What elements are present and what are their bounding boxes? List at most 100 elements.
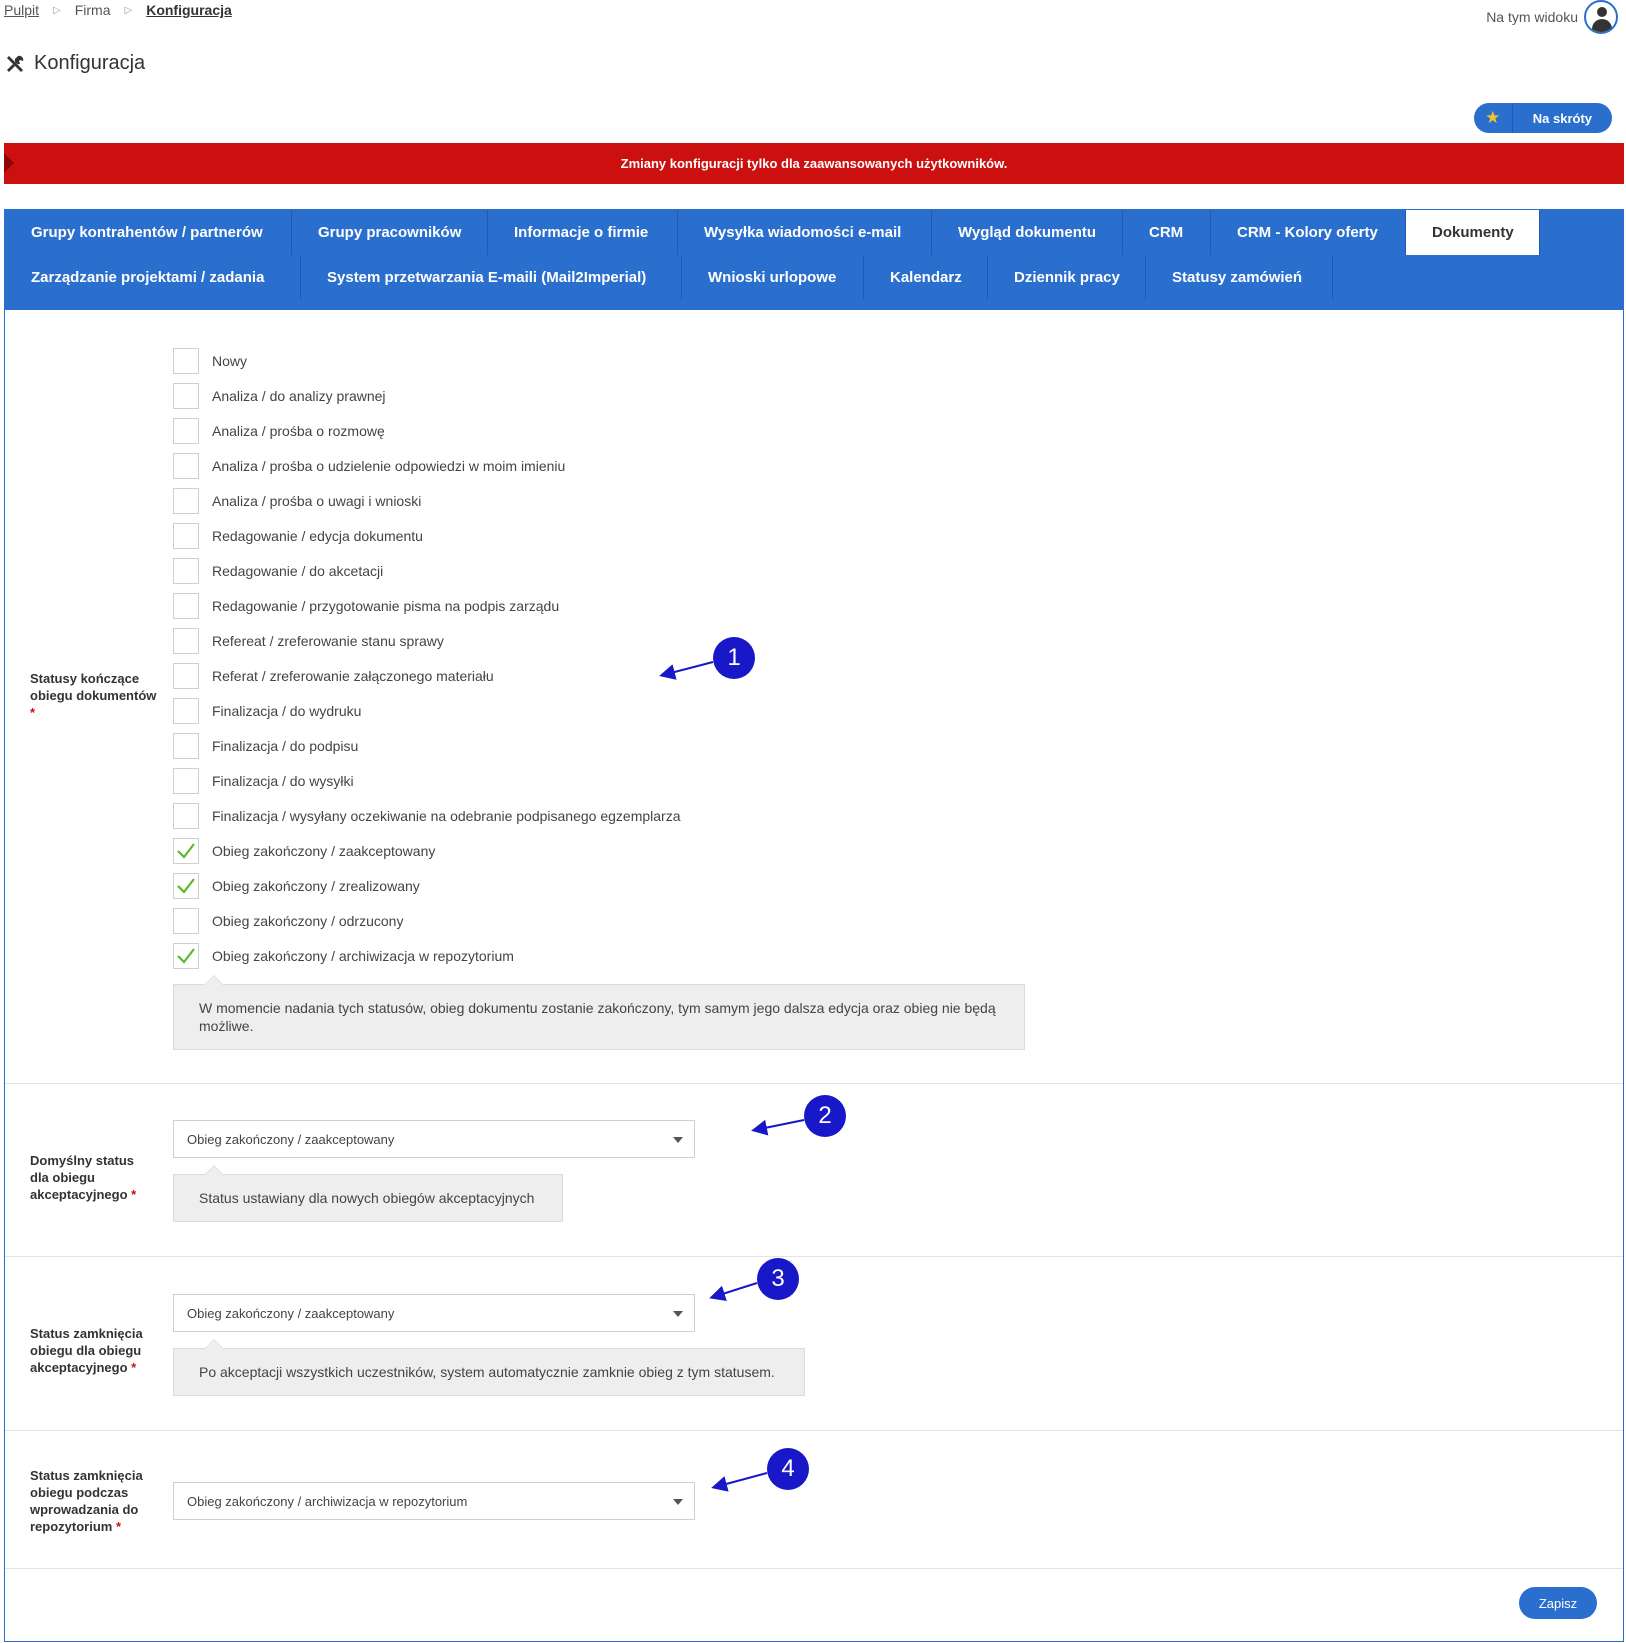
warning-banner-text: Zmiany konfiguracji tylko dla zaawansowa… <box>620 156 1008 171</box>
tab-zarzadzanie-projektami[interactable]: Zarządzanie projektami / zadania <box>5 255 301 300</box>
repo-close-status-select[interactable]: Obieg zakończony / archiwizacja w repozy… <box>173 1482 695 1520</box>
tab-crm[interactable]: CRM <box>1123 210 1211 255</box>
status-checkbox-row[interactable]: Finalizacja / do wydruku <box>173 693 681 728</box>
annotation-marker-2: 2 <box>804 1095 846 1137</box>
annotation-arrow-3 <box>709 1282 758 1301</box>
status-checkbox-label: Finalizacja / do wydruku <box>212 702 362 719</box>
status-checkbox[interactable] <box>173 347 199 374</box>
tab-wyglad-dokumentu[interactable]: Wygląd dokumentu <box>932 210 1123 255</box>
tab-wnioski-urlopowe[interactable]: Wnioski urlopowe <box>682 255 864 300</box>
tab-statusy-zamowien[interactable]: Statusy zamówień <box>1146 255 1333 300</box>
annotation-marker-3: 3 <box>757 1258 799 1300</box>
warning-banner: Zmiany konfiguracji tylko dla zaawansowa… <box>4 143 1624 184</box>
tools-icon <box>7 55 24 72</box>
status-checkbox[interactable] <box>173 417 199 444</box>
status-checkbox[interactable] <box>173 452 199 479</box>
status-checkbox-label: Analiza / prośba o rozmowę <box>212 422 385 439</box>
status-checkbox-row[interactable]: Refereat / zreferowanie stanu sprawy <box>173 623 681 658</box>
chevron-down-icon <box>673 1137 683 1143</box>
tab-grupy-pracownikow[interactable]: Grupy pracowników <box>292 210 488 255</box>
tab-mail2imperial[interactable]: System przetwarzania E-maili (Mail2Imper… <box>301 255 682 300</box>
tab-crm-kolory-oferty[interactable]: CRM - Kolory oferty <box>1211 210 1406 255</box>
status-checkbox[interactable] <box>173 942 199 969</box>
status-checkbox[interactable] <box>173 382 199 409</box>
tab-wysylka-email[interactable]: Wysyłka wiadomości e-mail <box>678 210 932 255</box>
status-checkbox-label: Obieg zakończony / archiwizacja w repozy… <box>212 947 514 964</box>
status-checkbox-row[interactable]: Obieg zakończony / archiwizacja w repozy… <box>173 938 681 973</box>
close-status-select[interactable]: Obieg zakończony / zaakceptowany <box>173 1294 695 1332</box>
status-checkbox-row[interactable]: Analiza / prośba o udzielenie odpowiedzi… <box>173 448 681 483</box>
status-checkbox-label: Refereat / zreferowanie stanu sprawy <box>212 632 444 649</box>
status-checkbox-label: Finalizacja / do podpisu <box>212 737 359 754</box>
status-checkbox[interactable] <box>173 522 199 549</box>
check-icon <box>177 947 195 964</box>
status-checkbox[interactable] <box>173 557 199 584</box>
status-checkbox-row[interactable]: Redagowanie / przygotowanie pisma na pod… <box>173 588 681 623</box>
status-checkbox[interactable] <box>173 732 199 759</box>
chevron-down-icon <box>673 1499 683 1505</box>
section-divider <box>5 1256 1623 1257</box>
status-checkbox[interactable] <box>173 837 199 864</box>
end-statuses-label: Statusy kończące obiegu dokumentów * <box>30 671 157 720</box>
status-checkbox-label: Finalizacja / wysyłany oczekiwanie na od… <box>212 807 681 824</box>
shortcuts-button[interactable]: ★ Na skróty <box>1473 103 1612 133</box>
status-checkbox[interactable] <box>173 767 199 794</box>
status-checkbox[interactable] <box>173 627 199 654</box>
annotation-arrow-4 <box>711 1472 768 1492</box>
page-title: Konfiguracja <box>4 52 145 75</box>
status-checkbox-label: Redagowanie / do akcetacji <box>212 562 384 579</box>
status-checkbox[interactable] <box>173 697 199 724</box>
status-checkbox[interactable] <box>173 907 199 934</box>
status-checkbox-label: Nowy <box>212 352 248 369</box>
status-checkbox-row[interactable]: Referat / zreferowanie załączonego mater… <box>173 658 681 693</box>
end-statuses-checkbox-list: Nowy Analiza / do analizy prawnej Analiza … <box>173 343 681 973</box>
annotation-marker-4: 4 <box>767 1448 809 1490</box>
status-checkbox[interactable] <box>173 487 199 514</box>
breadcrumb-pulpit[interactable]: Pulpit <box>4 2 39 18</box>
status-checkbox-row[interactable]: Redagowanie / do akcetacji <box>173 553 681 588</box>
breadcrumb-firma[interactable]: Firma <box>75 2 111 18</box>
status-checkbox[interactable] <box>173 872 199 899</box>
repo-close-status-value: Obieg zakończony / archiwizacja w repozy… <box>187 1493 468 1509</box>
status-checkbox-label: Obieg zakończony / odrzucony <box>212 912 404 929</box>
status-checkbox-row[interactable]: Nowy <box>173 343 681 378</box>
status-checkbox-row[interactable]: Finalizacja / do wysyłki <box>173 763 681 798</box>
status-checkbox-row[interactable]: Analiza / do analizy prawnej <box>173 378 681 413</box>
status-checkbox-row[interactable]: Obieg zakończony / zaakceptowany <box>173 833 681 868</box>
tab-dokumenty[interactable]: Dokumenty <box>1406 210 1540 255</box>
annotation-arrow-2 <box>751 1119 805 1136</box>
status-checkbox-row[interactable]: Finalizacja / do podpisu <box>173 728 681 763</box>
status-checkbox-row[interactable]: Obieg zakończony / odrzucony <box>173 903 681 938</box>
status-checkbox[interactable] <box>173 592 199 619</box>
status-checkbox-row[interactable]: Finalizacja / wysyłany oczekiwanie na od… <box>173 798 681 833</box>
default-status-value: Obieg zakończony / zaakceptowany <box>187 1131 395 1147</box>
check-icon <box>177 877 195 894</box>
default-status-hint: Status ustawiany dla nowych obiegów akce… <box>173 1165 563 1222</box>
status-checkbox[interactable] <box>173 802 199 829</box>
tab-informacje-o-firmie[interactable]: Informacje o firmie <box>488 210 678 255</box>
status-checkbox-row[interactable]: Analiza / prośba o uwagi i wnioski <box>173 483 681 518</box>
user-icon[interactable] <box>1584 0 1618 34</box>
status-checkbox[interactable] <box>173 662 199 689</box>
status-checkbox-row[interactable]: Analiza / prośba o rozmowę <box>173 413 681 448</box>
close-status-label: Status zamknięcia obiegu dla obiegu akce… <box>30 1326 143 1375</box>
page-title-text: Konfiguracja <box>34 52 146 74</box>
status-checkbox-row[interactable]: Obieg zakończony / zrealizowany <box>173 868 681 903</box>
status-checkbox-label: Finalizacja / do wysyłki <box>212 772 354 789</box>
status-checkbox-label: Redagowanie / przygotowanie pisma na pod… <box>212 597 560 614</box>
status-checkbox-row[interactable]: Redagowanie / edycja dokumentu <box>173 518 681 553</box>
check-icon <box>177 842 195 859</box>
default-status-select[interactable]: Obieg zakończony / zaakceptowany <box>173 1120 695 1158</box>
user-area-label: Na tym widoku <box>1486 9 1578 25</box>
section-divider <box>5 1083 1623 1084</box>
status-checkbox-label: Analiza / do analizy prawnej <box>212 387 386 404</box>
breadcrumb-separator-icon: ▷ <box>53 4 61 16</box>
tab-dziennik-pracy[interactable]: Dziennik pracy <box>988 255 1146 300</box>
breadcrumb-konfiguracja[interactable]: Konfiguracja <box>146 2 232 18</box>
save-button[interactable]: Zapisz <box>1519 1587 1597 1619</box>
user-area[interactable]: Na tym widoku <box>1486 0 1618 34</box>
close-status-value: Obieg zakończony / zaakceptowany <box>187 1305 395 1321</box>
tab-kalendarz[interactable]: Kalendarz <box>864 255 988 300</box>
default-status-label: Domyślny status dla obiegu akceptacyjneg… <box>30 1153 137 1202</box>
tab-grupy-kontrahentow[interactable]: Grupy kontrahentów / partnerów <box>5 210 292 255</box>
